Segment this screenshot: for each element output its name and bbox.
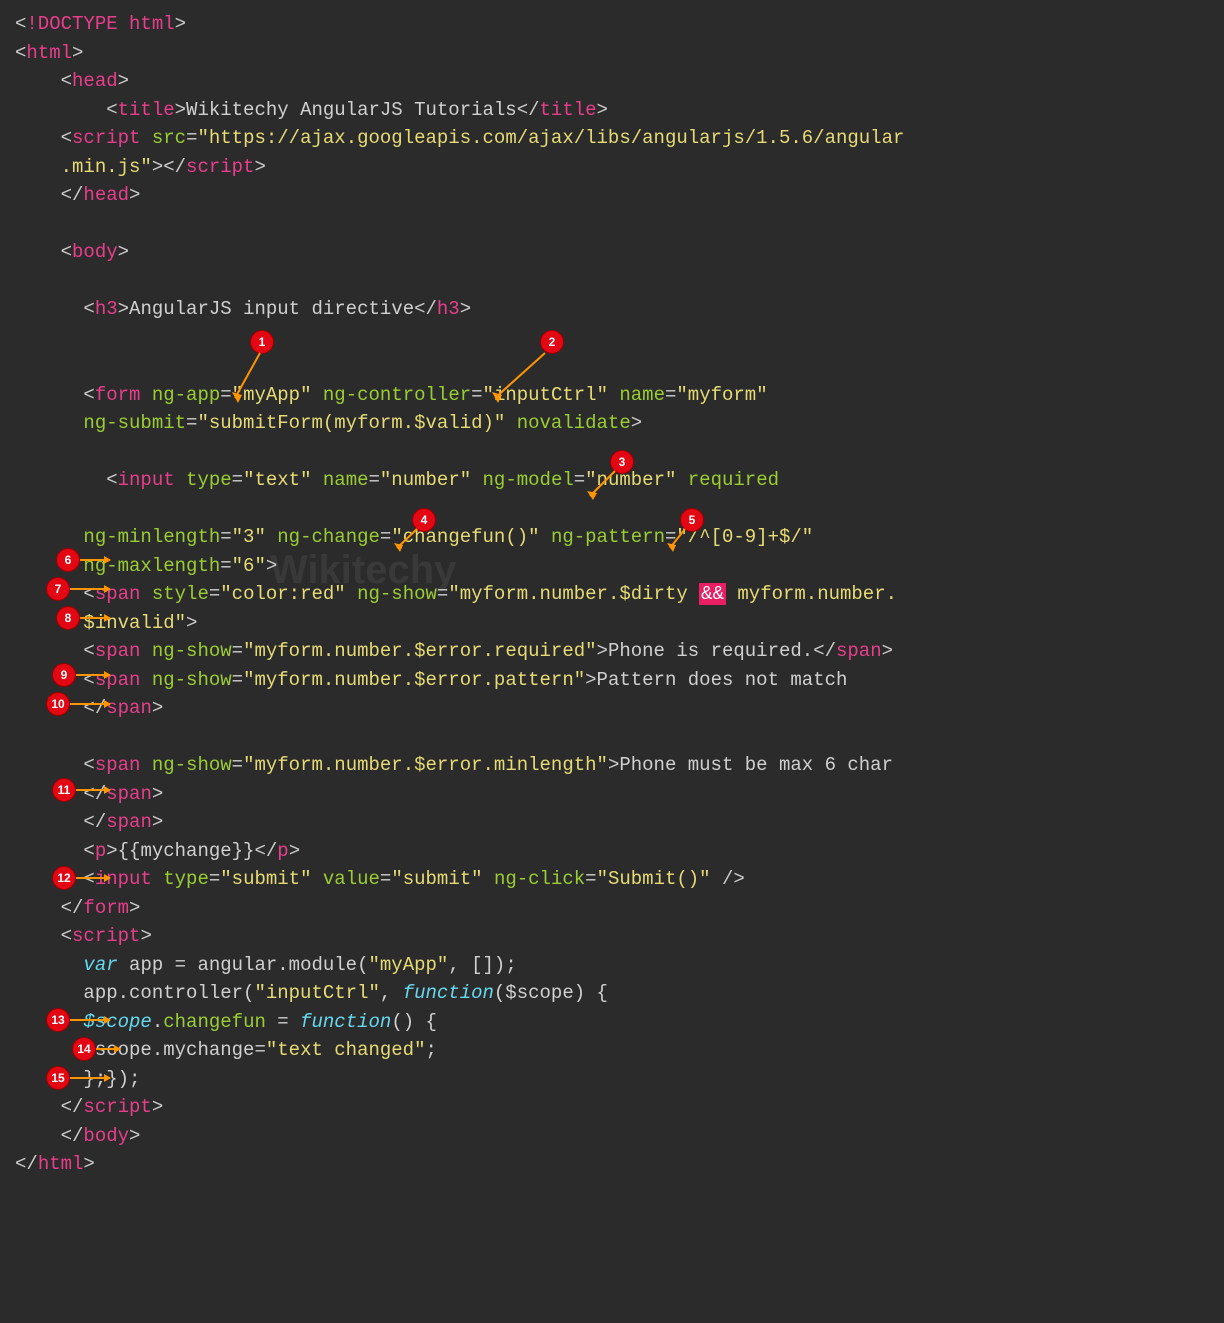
code-line: </form>	[15, 894, 1209, 923]
annotation-badge-8: 8	[56, 606, 80, 630]
code-line: $scope.mychange="text changed";	[15, 1036, 1209, 1065]
code-line: <input type="submit" value="submit" ng-c…	[15, 865, 1209, 894]
code-line: .min.js"></script>	[15, 153, 1209, 182]
code-editor: Wikitechy 1 2 3 4 5	[0, 0, 1224, 1189]
code-line: <span ng-show="myform.number.$error.minl…	[15, 751, 1209, 780]
code-line: <title>Wikitechy AngularJS Tutorials</ti…	[15, 96, 1209, 125]
code-line: </head>	[15, 181, 1209, 210]
code-line: <script src="https://ajax.googleapis.com…	[15, 124, 1209, 153]
annotation-badge-9: 9	[52, 663, 76, 687]
annotation-badge-14: 14	[72, 1037, 96, 1061]
annotation-badge-15: 15	[46, 1066, 70, 1090]
annotation-badge-12: 12	[52, 866, 76, 890]
code-line: </span>	[15, 808, 1209, 837]
code-line: <span ng-show="myform.number.$error.requ…	[15, 637, 1209, 666]
code-line: <body>	[15, 238, 1209, 267]
code-line: };});	[15, 1065, 1209, 1094]
annotation-badge-11: 11	[52, 778, 76, 802]
code-line: $invalid">	[15, 609, 1209, 638]
code-line: <!DOCTYPE html>	[15, 10, 1209, 39]
code-line: <h3>AngularJS input directive</h3>	[15, 295, 1209, 324]
code-line: var app = angular.module("myApp", []);	[15, 951, 1209, 980]
code-line: </span>	[15, 780, 1209, 809]
code-line: $scope.changefun = function() {	[15, 1008, 1209, 1037]
code-line: <form ng-app="myApp" ng-controller="inpu…	[15, 381, 1209, 410]
code-line: <p>{{mychange}}</p>	[15, 837, 1209, 866]
annotation-badge-7: 7	[46, 577, 70, 601]
code-line: ng-submit="submitForm(myform.$valid)" no…	[15, 409, 1209, 438]
annotation-badge-10: 10	[46, 692, 70, 716]
annotation-badge-13: 13	[46, 1008, 70, 1032]
annotation-badge-6: 6	[56, 548, 80, 572]
code-line: </html>	[15, 1150, 1209, 1179]
code-line: app.controller("inputCtrl", function($sc…	[15, 979, 1209, 1008]
code-line: </span>	[15, 694, 1209, 723]
code-line: </script>	[15, 1093, 1209, 1122]
code-line: <span ng-show="myform.number.$error.patt…	[15, 666, 1209, 695]
code-line: ng-maxlength="6">	[15, 552, 1209, 581]
code-line: <script>	[15, 922, 1209, 951]
code-line: </body>	[15, 1122, 1209, 1151]
code-line: <span style="color:red" ng-show="myform.…	[15, 580, 1209, 609]
code-line: <html>	[15, 39, 1209, 68]
code-line: <head>	[15, 67, 1209, 96]
code-line: ng-minlength="3" ng-change="changefun()"…	[15, 523, 1209, 552]
